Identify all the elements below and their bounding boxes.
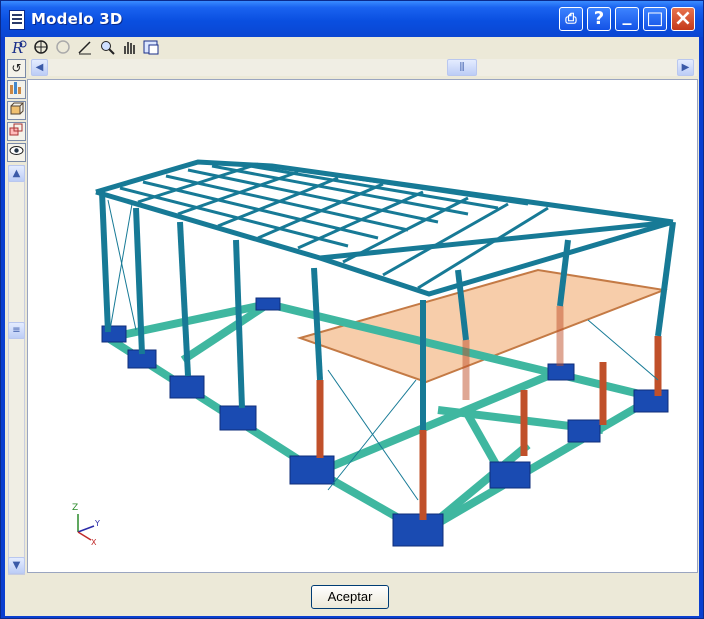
eye-icon[interactable] xyxy=(7,143,26,162)
window-title: Modelo 3D xyxy=(31,10,123,28)
zoom-extents-icon[interactable] xyxy=(32,39,50,57)
zoom-previous-icon xyxy=(54,39,72,57)
modelo-3d-window: Modelo 3D ⎙ ? _ □ × R ◀ ⫼ ▶ ↺ ▲ ≡ ▼ Z Y … xyxy=(0,0,704,619)
scroll-up-button[interactable]: ▲ xyxy=(8,165,25,182)
bars-icon[interactable] xyxy=(7,80,26,99)
rotate-icon[interactable]: ↺ xyxy=(7,59,26,78)
axis-z-label: Z xyxy=(72,503,78,513)
accept-button[interactable]: Aceptar xyxy=(311,585,389,609)
side-toolbar: ↺ ▲ ≡ ▼ xyxy=(5,59,27,575)
vertical-scrollbar[interactable]: ▲ ≡ ▼ xyxy=(8,165,25,575)
client-area: R ◀ ⫼ ▶ ↺ ▲ ≡ ▼ Z Y X Aceptar xyxy=(5,37,699,616)
maximize-button[interactable]: □ xyxy=(643,7,667,31)
scroll-right-button[interactable]: ▶ xyxy=(677,59,694,76)
vertical-scroll-thumb[interactable]: ≡ xyxy=(8,322,25,339)
axes-gizmo: Z Y X xyxy=(72,503,100,547)
axis-y-label: Y xyxy=(94,519,100,528)
scroll-left-button[interactable]: ◀ xyxy=(31,59,48,76)
window-menu-icon[interactable] xyxy=(9,10,25,30)
view-toolbar: R xyxy=(5,37,699,59)
3d-model-viewport[interactable]: Z Y X xyxy=(27,79,698,573)
draw-icon[interactable] xyxy=(76,39,94,57)
title-bar[interactable]: Modelo 3D ⎙ ? _ □ × xyxy=(1,1,703,37)
layers-icon[interactable] xyxy=(7,122,26,141)
pan-hand-icon[interactable] xyxy=(120,39,138,57)
horizontal-scrollbar[interactable]: ◀ ⫼ ▶ xyxy=(29,59,697,76)
box-icon[interactable] xyxy=(7,101,26,120)
scroll-down-button[interactable]: ▼ xyxy=(8,557,25,574)
axis-x-label: X xyxy=(91,538,97,547)
dialog-footer: Aceptar xyxy=(5,577,699,616)
print-button[interactable]: ⎙ xyxy=(559,7,583,31)
zoom-window-icon[interactable] xyxy=(98,39,116,57)
minimize-button[interactable]: _ xyxy=(615,7,639,31)
horizontal-scroll-thumb[interactable]: ⫼ xyxy=(447,59,477,76)
zoom-pointer-icon[interactable]: R xyxy=(10,39,28,57)
views-icon[interactable] xyxy=(142,39,160,57)
help-button[interactable]: ? xyxy=(587,7,611,31)
close-button[interactable]: × xyxy=(671,7,695,31)
structure-model: Z Y X xyxy=(72,159,676,547)
